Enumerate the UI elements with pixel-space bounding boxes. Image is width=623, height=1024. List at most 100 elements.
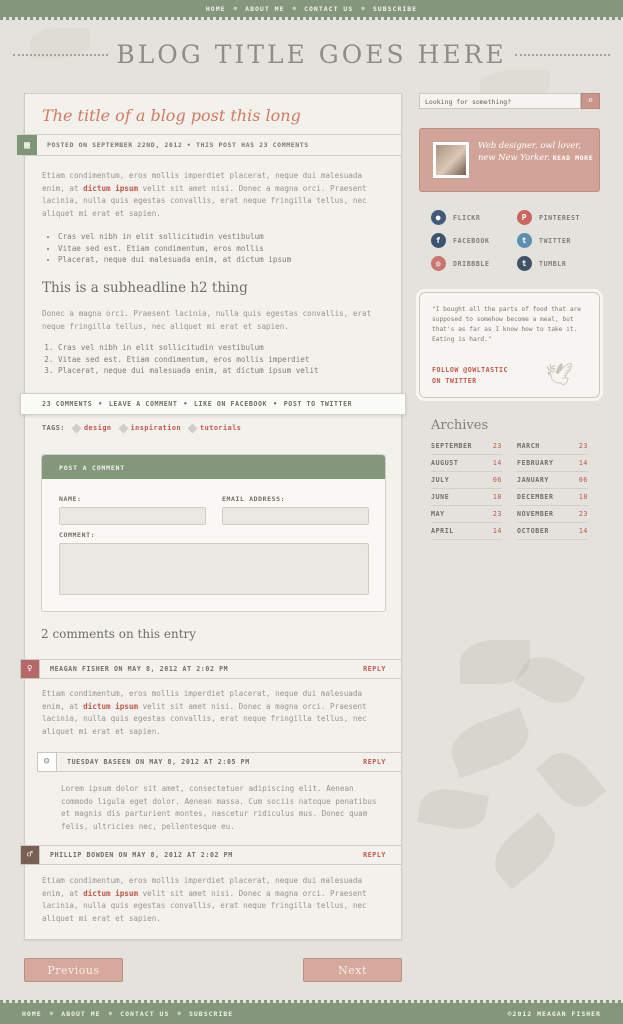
nav-separator: ● bbox=[233, 5, 238, 12]
nav-subscribe[interactable]: SUBSCRIBE bbox=[373, 5, 417, 13]
archive-item[interactable]: AUGUST 14 bbox=[431, 455, 502, 472]
tag-icon bbox=[118, 423, 128, 433]
archive-count: 14 bbox=[578, 459, 588, 467]
archive-item[interactable]: MAY 23 bbox=[431, 506, 502, 523]
site-title[interactable]: BLOG TITLE GOES HERE bbox=[116, 40, 506, 69]
name-label: NAME: bbox=[59, 495, 82, 503]
archive-item[interactable]: APRIL 14 bbox=[431, 523, 502, 540]
bio-box: Web designer, owl lover, new New Yorker.… bbox=[419, 128, 600, 192]
archive-item[interactable]: SEPTEMBER 23 bbox=[431, 438, 502, 455]
social-pinterest[interactable]: P PINTEREST bbox=[517, 210, 580, 225]
copyright: ©2012 MEAGAN FISHER bbox=[507, 1009, 601, 1018]
tag-inspiration[interactable]: inspiration bbox=[118, 423, 182, 433]
archive-month: MAY bbox=[431, 510, 445, 518]
bullet-separator: • bbox=[183, 400, 188, 408]
avatar[interactable]: ♀ bbox=[20, 659, 40, 679]
social-flickr[interactable]: ● FLICKR bbox=[431, 210, 480, 225]
twitter-icon: t bbox=[517, 233, 532, 248]
archive-month: DECEMBER bbox=[517, 493, 554, 501]
title-divider bbox=[514, 53, 610, 56]
avatar[interactable]: ☺ bbox=[37, 752, 57, 772]
email-label: EMAIL ADDRESS: bbox=[222, 495, 286, 503]
author-photo bbox=[432, 141, 470, 179]
avatar[interactable]: ♂ bbox=[20, 845, 40, 865]
inline-link[interactable]: dictum ipsum bbox=[83, 184, 138, 193]
social-tumblr[interactable]: t TUMBLR bbox=[517, 256, 566, 271]
archive-month: NOVEMBER bbox=[517, 510, 554, 518]
post-title[interactable]: The title of a blog post this long bbox=[42, 106, 301, 125]
search-input[interactable]: Looking for something? bbox=[419, 93, 581, 109]
archive-item[interactable]: NOVEMBER 23 bbox=[517, 506, 588, 523]
reply-link[interactable]: REPLY bbox=[363, 665, 386, 673]
tag-tutorials[interactable]: tutorials bbox=[187, 423, 241, 433]
name-input[interactable] bbox=[59, 507, 206, 525]
comment-text: Lorem ipsum dolor sit amet, consectetuer… bbox=[61, 784, 377, 831]
archive-item[interactable]: JUNE 18 bbox=[431, 489, 502, 506]
twitter-quote-box: "I bought all the parts of food that are… bbox=[416, 289, 603, 401]
pinterest-icon: P bbox=[517, 210, 532, 225]
tag-label: design bbox=[83, 424, 112, 432]
footer-nav: HOME ● ABOUT ME ● CONTACT US ● SUBSCRIBE… bbox=[0, 1000, 623, 1024]
archive-item[interactable]: JULY 06 bbox=[431, 472, 502, 489]
follow-twitter-link[interactable]: FOLLOW @OWLTASTIC ON TWITTER bbox=[432, 365, 508, 387]
archive-count: 18 bbox=[578, 493, 588, 501]
archive-count: 06 bbox=[578, 476, 588, 484]
social-label: TWITTER bbox=[539, 236, 571, 245]
tag-design[interactable]: design bbox=[71, 423, 112, 433]
nav-separator: ● bbox=[177, 1010, 181, 1017]
footer-contact[interactable]: CONTACT US bbox=[120, 1010, 169, 1018]
reply-link[interactable]: REPLY bbox=[363, 758, 386, 766]
nav-separator: ● bbox=[361, 5, 365, 12]
bio-text: Web designer, owl lover, new New Yorker.… bbox=[478, 139, 596, 164]
nav-contact[interactable]: CONTACT US bbox=[304, 5, 353, 13]
post-to-twitter-link[interactable]: POST TO TWITTER bbox=[284, 400, 353, 408]
archive-item[interactable]: FEBRUARY 14 bbox=[517, 455, 588, 472]
nav-separator: ● bbox=[108, 1010, 113, 1017]
archive-item[interactable]: MARCH 23 bbox=[517, 438, 588, 455]
list-item: Cras vel nibh in elit sollicitudin vesti… bbox=[58, 231, 291, 243]
comment-form: POST A COMMENT NAME: EMAIL ADDRESS: COMM… bbox=[41, 454, 386, 612]
archive-item[interactable]: DECEMBER 18 bbox=[517, 489, 588, 506]
search-button[interactable]: ⌕ bbox=[581, 93, 600, 109]
archives-title: Archives bbox=[431, 418, 489, 433]
archive-count: 23 bbox=[578, 510, 588, 518]
archive-item[interactable]: JANUARY 06 bbox=[517, 472, 588, 489]
leave-comment-link[interactable]: LEAVE A COMMENT bbox=[109, 400, 178, 408]
list-item: Placerat, neque dui malesuada enim, at d… bbox=[58, 365, 319, 377]
archive-count: 14 bbox=[578, 527, 588, 535]
previous-button[interactable]: Previous bbox=[24, 958, 123, 982]
footer-about[interactable]: ABOUT ME bbox=[61, 1010, 100, 1018]
archive-count: 23 bbox=[492, 442, 502, 450]
nav-about[interactable]: ABOUT ME bbox=[245, 5, 284, 13]
inline-link[interactable]: dictum ipsum bbox=[83, 702, 138, 711]
archive-month: OCTOBER bbox=[517, 527, 549, 535]
next-button[interactable]: Next bbox=[303, 958, 402, 982]
list-item: Cras vel nibh in elit sollicitudin vesti… bbox=[58, 342, 319, 354]
post-meta: POSTED ON SEPTEMBER 22ND, 2012 • THIS PO… bbox=[47, 141, 309, 149]
archive-month: SEPTEMBER bbox=[431, 442, 473, 450]
comment-textarea[interactable] bbox=[59, 543, 369, 595]
inline-link[interactable]: dictum ipsum bbox=[83, 889, 138, 898]
social-twitter[interactable]: t TWITTER bbox=[517, 233, 571, 248]
list-item: Vitae sed est. Etiam condimentum, eros m… bbox=[58, 354, 319, 366]
reply-link[interactable]: REPLY bbox=[363, 851, 386, 859]
comments-count-link[interactable]: 23 COMMENTS bbox=[42, 400, 92, 408]
social-facebook[interactable]: f FACEBOOK bbox=[431, 233, 490, 248]
archive-month: FEBRUARY bbox=[517, 459, 554, 467]
comment-text: Etiam condimentum, eros mollis imperdiet… bbox=[42, 688, 387, 738]
email-input[interactable] bbox=[222, 507, 369, 525]
post-subheadline: This is a subheadline h2 thing bbox=[42, 280, 248, 296]
facebook-like-link[interactable]: LIKE ON FACEBOOK bbox=[194, 400, 267, 408]
archive-item[interactable]: OCTOBER 14 bbox=[517, 523, 588, 540]
comment-label: COMMENT: bbox=[59, 531, 96, 539]
follow-line: FOLLOW @OWLTASTIC bbox=[432, 366, 508, 374]
top-nav: HOME ● ABOUT ME ● CONTACT US ● SUBSCRIBE bbox=[0, 0, 623, 20]
archive-count: 23 bbox=[578, 442, 588, 450]
social-dribbble[interactable]: ◎ DRIBBBLE bbox=[431, 256, 490, 271]
comment-form-title: POST A COMMENT bbox=[42, 455, 385, 479]
nav-home[interactable]: HOME bbox=[206, 5, 226, 13]
footer-home[interactable]: HOME bbox=[22, 1010, 42, 1018]
footer-subscribe[interactable]: SUBSCRIBE bbox=[189, 1010, 233, 1018]
post-meta-band: ▦ POSTED ON SEPTEMBER 22ND, 2012 • THIS … bbox=[17, 134, 402, 156]
read-more-link[interactable]: READ MORE bbox=[553, 154, 594, 162]
